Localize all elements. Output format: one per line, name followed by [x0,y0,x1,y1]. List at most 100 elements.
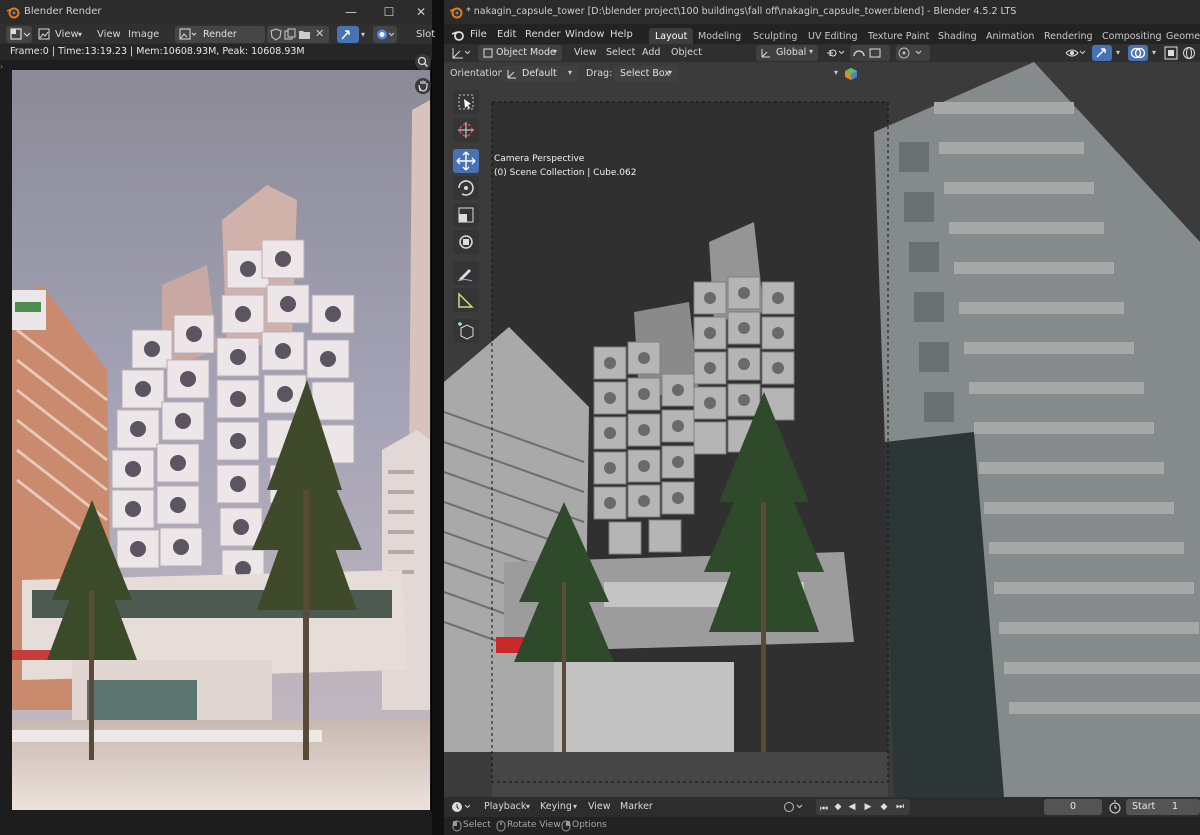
asset-shelf-icon[interactable] [844,67,858,84]
add-cube-tool[interactable] [453,319,479,343]
mouse-middle-icon [496,820,506,835]
view-menu[interactable]: View [55,27,79,43]
minimize-button[interactable]: — [336,2,366,22]
keying-menu[interactable]: Keying [540,801,572,812]
viewport-view-menu[interactable]: View [574,47,597,58]
play-button[interactable]: ▶ [862,800,874,814]
cursor-tool[interactable] [453,118,479,142]
prev-keyframe-button[interactable]: ◆ [832,800,844,814]
tab-sculpting[interactable]: Sculpting [747,28,803,45]
current-frame-field[interactable]: 0 [1044,799,1102,815]
timer-icon[interactable] [1108,800,1122,817]
tab-uv-editing[interactable]: UV Editing [802,28,864,45]
timeline-view-menu[interactable]: View [588,801,611,812]
snap-toggle[interactable] [850,45,890,61]
image-icon [38,28,50,40]
pan-hand-icon[interactable] [415,78,431,94]
marker-menu[interactable]: Marker [620,801,653,812]
slot-selector[interactable]: Slot 1 [416,27,435,56]
render-slot-toggle[interactable] [337,26,359,43]
annotate-tool[interactable] [453,261,479,285]
view-menu-2[interactable]: View [97,27,121,43]
viewport-object-menu[interactable]: Object [671,47,702,58]
menu-edit[interactable]: Edit [497,29,516,40]
chevron-down-icon: ▾ [361,30,366,39]
blender-menu-icon[interactable] [450,28,466,42]
tab-texture-paint[interactable]: Texture Paint [862,28,935,45]
folder-icon[interactable] [298,28,311,44]
transform-tool[interactable] [453,230,479,254]
mouse-right-icon [561,820,571,835]
auto-keying-icon[interactable] [782,800,806,817]
orientation-icon [506,67,518,83]
render-window: Blender Render — ☐ ✕ View ▾ View Image R… [0,0,435,835]
chevron-down-icon: ▾ [1116,48,1121,57]
unlink-icon[interactable]: ✕ [315,27,324,40]
menu-window[interactable]: Window [565,29,604,40]
orientation-dropdown[interactable]: Default ▾ [502,66,578,82]
select-box-tool[interactable] [453,90,479,114]
zoom-icon[interactable] [415,54,431,70]
blender-logo-icon [6,5,20,19]
pivot-icon[interactable] [824,46,848,63]
playback-menu[interactable]: Playback [484,801,526,812]
editor-type-button[interactable] [6,26,32,43]
visibility-icon[interactable] [1064,46,1088,63]
tab-animation[interactable]: Animation [980,28,1040,45]
orientation-label: Orientation: [450,68,507,79]
tab-compositing[interactable]: Compositing [1096,28,1168,45]
tab-modeling[interactable]: Modeling [692,28,747,45]
drag-dropdown[interactable]: Select Box ▾ [614,66,678,82]
next-keyframe-button[interactable]: ◆ [878,800,890,814]
fake-user-icon[interactable] [270,28,282,44]
viewport-add-menu[interactable]: Add [642,47,660,58]
image-actions-group: ✕ [267,26,329,43]
start-frame-field[interactable]: Start 1 [1126,799,1200,815]
shading-wireframe-icon[interactable] [1182,46,1196,63]
maximize-button[interactable]: ☐ [374,2,404,22]
menu-help[interactable]: Help [610,29,633,40]
menu-file[interactable]: File [470,29,487,40]
scale-tool[interactable] [453,203,479,227]
chevron-down-icon: ▾ [573,802,578,811]
tab-rendering[interactable]: Rendering [1038,28,1099,45]
xray-icon[interactable] [1164,46,1178,63]
start-label: Start [1132,801,1156,812]
chevron-down-icon: ▾ [78,30,83,39]
object-mode-dropdown[interactable]: Object Mode ▾ [478,45,562,61]
proportional-edit-toggle[interactable] [896,45,930,61]
display-channels-button[interactable] [373,26,397,43]
blender-logo-icon [449,5,463,19]
tab-shading[interactable]: Shading [932,28,983,45]
status-bar: Select Rotate View Options [444,817,1200,835]
image-menu[interactable]: Image [128,27,159,43]
tab-layout[interactable]: Layout [649,28,694,45]
overlay-toggle[interactable] [1128,45,1148,61]
viewport-select-menu[interactable]: Select [606,47,635,58]
timeline-editor-icon[interactable] [450,800,474,817]
play-reverse-button[interactable]: ◀ [846,800,858,814]
rotate-tool[interactable] [453,176,479,200]
drag-value: Select Box [620,68,670,79]
duplicate-icon[interactable] [284,28,296,44]
move-tool[interactable] [453,149,479,173]
timeline-header: Playback ▾ Keying ▾ View Marker ⏮ ◆ ◀ ▶ … [444,797,1200,817]
jump-start-button[interactable]: ⏮ [818,802,830,816]
transform-orientation-dropdown[interactable]: Global ▾ [756,45,818,61]
jump-end-button[interactable]: ⏭ [894,800,906,814]
render-result-field[interactable]: Render Result [175,26,265,57]
close-button[interactable]: ✕ [406,2,436,22]
main-titlebar: * nakagin_capsule_tower [D:\blender proj… [444,0,1200,24]
tab-geometry[interactable]: Geome [1160,28,1200,45]
measure-tool[interactable] [453,288,479,312]
status-select: Select [463,820,491,830]
chevron-down-icon: ▾ [668,68,673,77]
region-toggle-arrow[interactable]: › [0,62,8,71]
render-stats-text: Frame:0 | Time:13:19.23 | Mem:10608.93M,… [10,46,305,57]
gizmo-toggle[interactable] [1092,45,1112,61]
menu-render[interactable]: Render [525,29,561,40]
editor-type-icon[interactable] [450,46,472,63]
3d-viewport[interactable]: Camera Perspective (0) Scene Collection … [444,62,1200,797]
chevron-down-icon: ▾ [568,68,573,77]
image-browse-icon[interactable] [179,28,199,44]
